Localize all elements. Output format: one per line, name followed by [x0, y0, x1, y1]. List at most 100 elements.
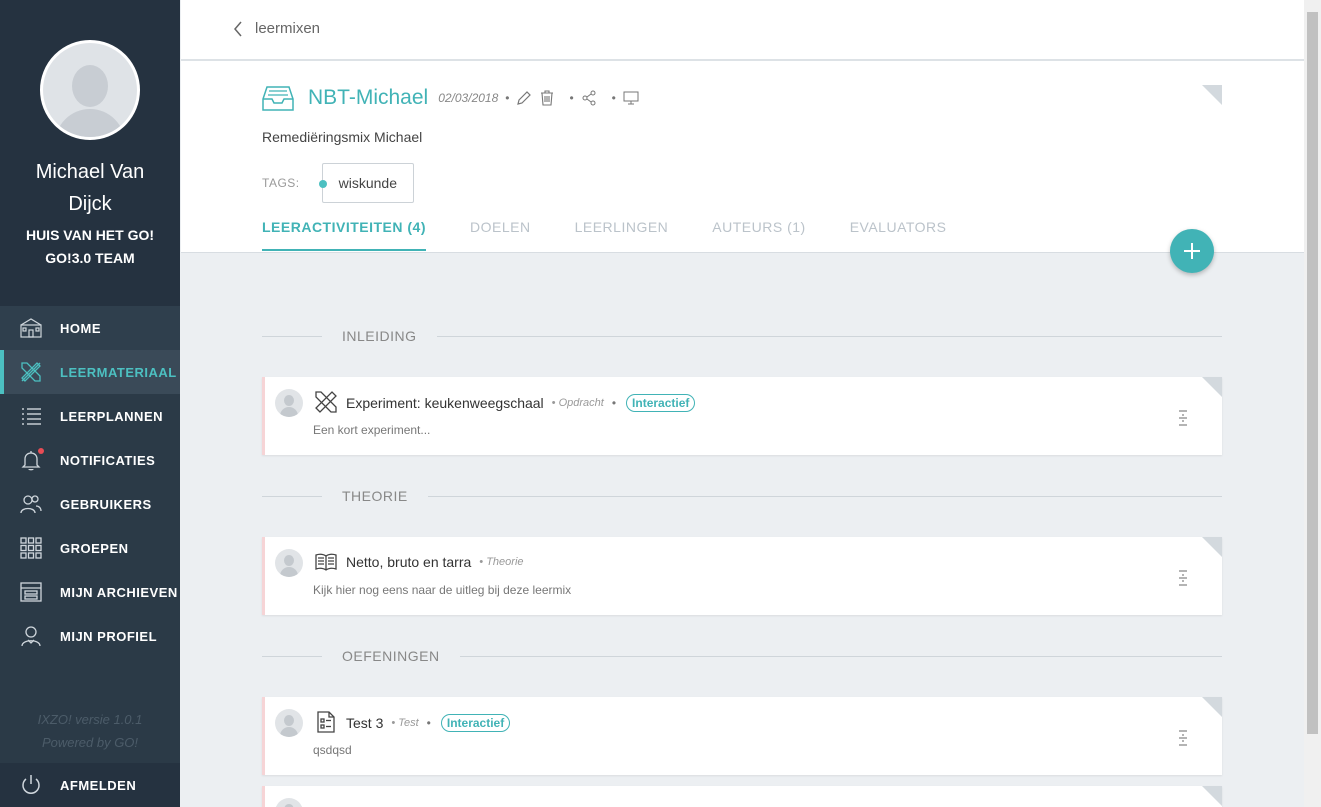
- nav-item-mijn-profiel[interactable]: MIJN PROFIEL: [0, 614, 180, 658]
- vertical-scrollbar[interactable]: [1304, 0, 1321, 807]
- activity-card[interactable]: Netto, bruto en tarra • Theorie Kijk hie…: [262, 537, 1222, 615]
- nav-label: MIJN ARCHIEVEN: [60, 584, 178, 600]
- nav-item-groepen[interactable]: GROEPEN: [0, 526, 180, 570]
- divider: [459, 655, 1222, 657]
- card-title-row: Netto, bruto en tarra • Theorie: [346, 554, 524, 570]
- version-text: IXZO! versie 1.0.1: [37, 712, 143, 727]
- back-link[interactable]: leermixen: [233, 20, 320, 37]
- interactive-badge: Interactief: [440, 714, 511, 732]
- card-description: Kijk hier nog eens naar de uitleg bij de…: [313, 583, 572, 597]
- mix-date: 02/03/2018: [438, 91, 499, 105]
- tag-label: wiskunde: [338, 175, 397, 191]
- card-title: Netto, bruto en tarra: [346, 554, 472, 570]
- activity-card-partial[interactable]: [262, 786, 1222, 807]
- nav-label: NOTIFICATIES: [60, 452, 156, 468]
- separator-dot: •: [611, 396, 617, 410]
- activity-card[interactable]: Experiment: keukenweegschaal • Opdracht …: [262, 377, 1222, 455]
- tab-leerlingen[interactable]: LEERLINGEN: [575, 219, 669, 251]
- edit-button[interactable]: [516, 90, 532, 106]
- corner-fold: [1202, 85, 1222, 105]
- card-type: • Test: [391, 717, 419, 729]
- divider: [262, 335, 322, 337]
- nav-label: GROEPEN: [60, 540, 129, 556]
- trash-icon: [541, 90, 554, 106]
- section-header: THEORIE: [262, 486, 1222, 506]
- author-avatar: [275, 798, 303, 807]
- section-header: INLEIDING: [262, 326, 1222, 346]
- user-org: HUIS VAN HET GO! GO!3.0 TEAM: [0, 224, 180, 270]
- card-title: Experiment: keukenweegschaal: [346, 395, 544, 411]
- share-icon: [582, 90, 596, 106]
- nav-label: HOME: [60, 320, 101, 336]
- tools-icon: [18, 360, 44, 384]
- users-icon: [18, 492, 44, 516]
- plus-icon: [1184, 243, 1200, 259]
- share-button[interactable]: [581, 90, 597, 106]
- divider: [427, 495, 1222, 497]
- avatar[interactable]: [40, 40, 140, 140]
- tab-evaluators[interactable]: EVALUATORS: [850, 219, 947, 251]
- card-description: Een kort experiment...: [313, 423, 431, 437]
- logout-button[interactable]: AFMELDEN: [0, 763, 180, 807]
- nav-item-notificaties[interactable]: NOTIFICATIES: [0, 438, 180, 482]
- present-button[interactable]: [623, 90, 639, 106]
- section-title: INLEIDING: [342, 328, 417, 344]
- divider: [262, 495, 322, 497]
- tools-icon: [315, 391, 337, 413]
- logout-label: AFMELDEN: [60, 777, 137, 793]
- grid-icon: [18, 536, 44, 560]
- author-avatar: [275, 549, 303, 577]
- nav-item-leermateriaal[interactable]: LEERMATERIAAL: [0, 350, 180, 394]
- list-icon: [18, 404, 44, 428]
- tab-auteurs[interactable]: AUTEURS (1): [712, 219, 805, 251]
- interactive-badge: Interactief: [626, 394, 696, 412]
- tags-row: TAGS: wiskunde: [262, 163, 414, 203]
- drag-handle-icon[interactable]: [1178, 409, 1188, 427]
- org-line-2: GO!3.0 TEAM: [45, 250, 135, 266]
- tabs: LEERACTIVITEITEN (4) DOELEN LEERLINGEN A…: [262, 219, 991, 251]
- bell-icon: [18, 448, 44, 472]
- corner-fold: [1202, 537, 1222, 557]
- drag-handle-icon[interactable]: [1178, 569, 1188, 587]
- delete-button[interactable]: [540, 90, 554, 106]
- power-icon: [18, 773, 44, 797]
- tag-chip[interactable]: wiskunde: [318, 163, 414, 203]
- separator-dot: •: [611, 91, 616, 105]
- nav-item-leerplannen[interactable]: LEERPLANNEN: [0, 394, 180, 438]
- notification-dot: [38, 448, 44, 454]
- user-profile: Michael Van Dijck HUIS VAN HET GO! GO!3.…: [0, 0, 180, 306]
- card-type: • Opdracht: [551, 397, 604, 409]
- tab-leeractiviteiten[interactable]: LEERACTIVITEITEN (4): [262, 219, 427, 251]
- section-title: THEORIE: [342, 488, 408, 504]
- card-title: Test 3: [346, 715, 384, 731]
- test-icon: [317, 711, 335, 733]
- page-title: NBT-Michael: [308, 86, 429, 109]
- archive-icon: [18, 580, 44, 604]
- separator-dot: •: [426, 716, 431, 730]
- scrollbar-thumb[interactable]: [1307, 12, 1318, 734]
- nav-item-mijn-archieven[interactable]: MIJN ARCHIEVEN: [0, 570, 180, 614]
- nav-label: GEBRUIKERS: [60, 496, 152, 512]
- section-title: OEFENINGEN: [342, 648, 440, 664]
- powered-by-text: Powered by GO!: [41, 735, 139, 750]
- inbox-icon: [262, 86, 294, 111]
- card-title-row: Test 3 • Test • Interactief: [346, 714, 511, 732]
- activity-card[interactable]: Test 3 • Test • Interactief qsdqsd: [262, 697, 1222, 775]
- corner-fold: [1202, 786, 1222, 806]
- nav-label: LEERMATERIAAL: [60, 364, 177, 380]
- book-icon: [315, 553, 337, 571]
- corner-fold: [1202, 697, 1222, 717]
- version-info: IXZO! versie 1.0.1 Powered by GO!: [0, 708, 180, 754]
- tags-label: TAGS:: [262, 176, 300, 190]
- card-title-row: Experiment: keukenweegschaal • Opdracht …: [346, 394, 696, 412]
- card-description: qsdqsd: [313, 743, 352, 757]
- nav-item-home[interactable]: HOME: [0, 306, 180, 350]
- corner-fold: [1202, 377, 1222, 397]
- card-type: • Theorie: [479, 556, 524, 568]
- tab-doelen[interactable]: DOELEN: [470, 219, 531, 251]
- mix-description: Remediëringsmix Michael: [262, 129, 423, 145]
- drag-handle-icon[interactable]: [1178, 729, 1188, 747]
- nav-item-gebruikers[interactable]: GEBRUIKERS: [0, 482, 180, 526]
- topbar: leermixen: [181, 0, 1304, 61]
- add-activity-button[interactable]: [1170, 229, 1214, 273]
